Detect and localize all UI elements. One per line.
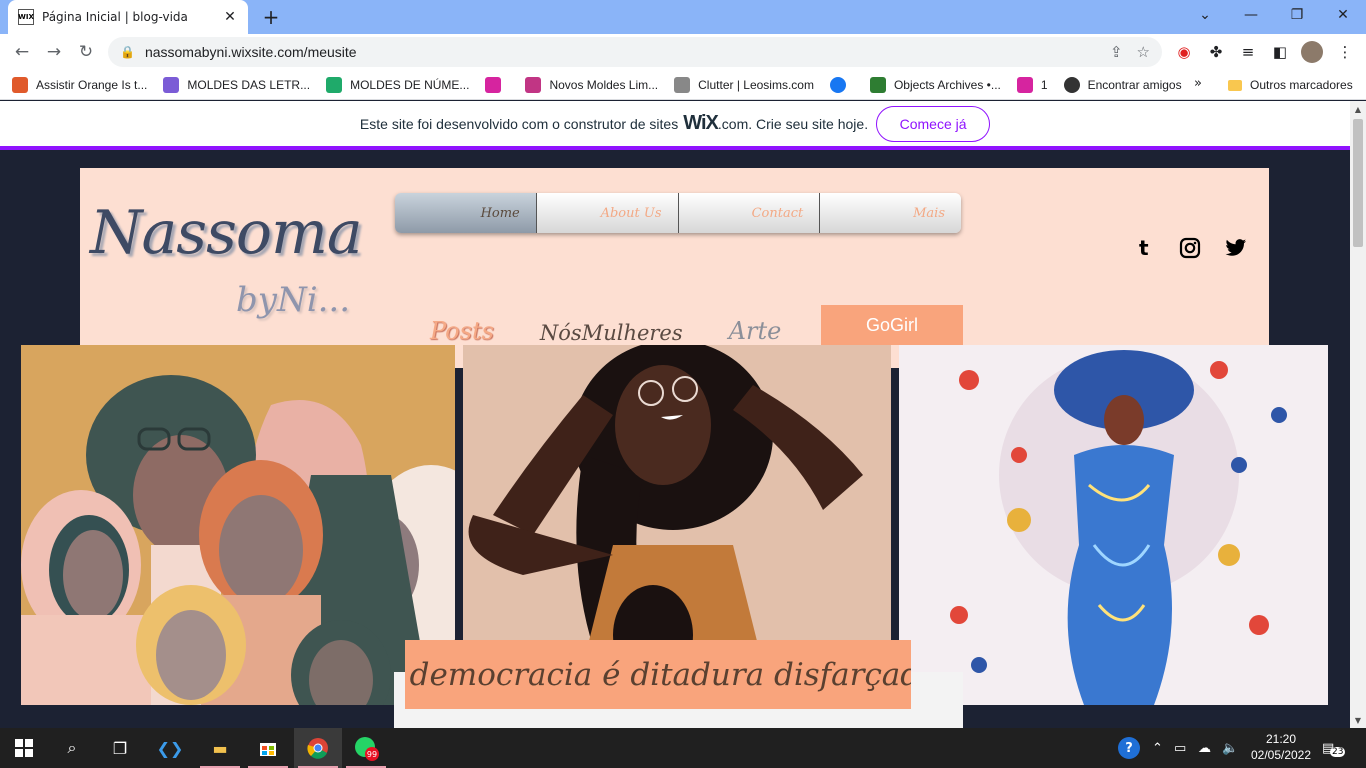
battery-icon[interactable]: ▭ <box>1174 728 1186 768</box>
browser-toolbar: ← → ↻ 🔒 nassomabyni.wixsite.com/meusite … <box>0 34 1366 70</box>
banner-message: Este site foi desenvolvido com o constru… <box>359 115 679 132</box>
main-menu: Home About Us Contact Mais <box>395 193 961 233</box>
vscode-icon[interactable]: ❮❯ <box>146 728 194 768</box>
reload-button[interactable]: ↻ <box>72 38 100 66</box>
bookmark-site-icon <box>869 76 886 93</box>
whatsapp-badge: 99 <box>367 750 377 759</box>
notifications-icon[interactable]: ▤ 23 <box>1322 728 1346 768</box>
bookmark-item[interactable]: Novos Moldes Lim... <box>525 76 658 93</box>
svg-text:t: t <box>1139 237 1149 259</box>
bookmark-site-icon <box>525 76 542 93</box>
category-nav: Posts NósMulheres Arte <box>430 305 827 345</box>
wix-favicon-icon: WIX <box>18 9 34 25</box>
address-bar[interactable]: 🔒 nassomabyni.wixsite.com/meusite ⇪ ☆ <box>108 37 1162 67</box>
tab-title: Página Inicial | blog-vida <box>42 10 188 24</box>
bookmarks-bar: Assistir Orange Is t... MOLDES DAS LETR.… <box>0 70 1366 100</box>
url-text[interactable]: nassomabyni.wixsite.com/meusite <box>145 44 1096 60</box>
bookmark-item[interactable] <box>485 76 509 93</box>
bookmark-star-icon[interactable]: ☆ <box>1137 43 1150 61</box>
media-control-icon[interactable]: ≡ <box>1237 41 1259 63</box>
tab-search-icon[interactable]: ⌄ <box>1182 0 1228 30</box>
scroll-down-arrow-icon[interactable]: ▼ <box>1350 712 1366 728</box>
bookmark-item[interactable] <box>829 76 854 93</box>
facebook-icon <box>829 76 846 93</box>
show-hidden-icons-icon[interactable]: ⌃ <box>1152 728 1163 768</box>
search-icon[interactable]: ⌕ <box>48 728 96 768</box>
category-nos-mulheres[interactable]: NósMulheres <box>540 321 683 345</box>
close-tab-icon[interactable]: ✕ <box>222 9 238 25</box>
bookmark-site-icon <box>674 76 691 93</box>
menu-kebab-icon[interactable]: ⋮ <box>1334 41 1356 63</box>
volume-icon[interactable]: 🔈 <box>1222 728 1238 768</box>
lock-icon[interactable]: 🔒 <box>120 45 135 59</box>
forward-button[interactable]: → <box>40 38 68 66</box>
site-page: Nassoma byNi... Home About Us Contact Ma… <box>0 154 1350 728</box>
task-view-icon[interactable]: ❐ <box>96 728 144 768</box>
help-icon[interactable]: ? <box>1118 728 1140 768</box>
chrome-icon[interactable] <box>294 728 342 768</box>
tumblr-icon[interactable]: t <box>1130 234 1158 262</box>
banner-message-end: .com. Crie seu site hoje. <box>717 115 869 132</box>
bookmark-item[interactable]: Assistir Orange Is t... <box>12 76 147 93</box>
tv-icon <box>12 76 28 93</box>
featured-quote[interactable]: A democracia é ditadura disfarçada <box>405 640 911 709</box>
bookmark-item[interactable]: Clutter | Leosims.com <box>674 76 814 93</box>
whatsapp-icon[interactable]: 99 <box>342 728 390 768</box>
system-clock[interactable]: 21:20 02/05/2022 <box>1246 731 1316 763</box>
menu-item-about-us[interactable]: About Us <box>535 193 678 233</box>
network-icon[interactable]: ☁ <box>1198 728 1211 768</box>
menu-item-home[interactable]: Home <box>395 193 536 233</box>
instagram-icon <box>485 76 502 93</box>
folder-icon <box>1228 79 1242 91</box>
clock-date: 02/05/2022 <box>1250 748 1312 762</box>
clock-time: 21:20 <box>1265 732 1297 746</box>
share-icon[interactable]: ⇪ <box>1110 43 1123 61</box>
notifications-count: 23 <box>1330 746 1346 757</box>
instagram-icon[interactable] <box>1176 234 1204 262</box>
twitter-icon[interactable] <box>1222 234 1250 262</box>
bookmark-item[interactable]: Objects Archives •... <box>869 76 1001 93</box>
globe-icon <box>1063 76 1080 93</box>
profile-avatar[interactable] <box>1301 41 1323 63</box>
site-logo[interactable]: Nassoma <box>90 198 363 268</box>
back-button[interactable]: ← <box>8 38 36 66</box>
bookmark-site-icon <box>163 76 180 93</box>
scroll-up-arrow-icon[interactable]: ▲ <box>1350 101 1366 117</box>
close-window-button[interactable]: ✕ <box>1320 0 1366 30</box>
tab-strip: WIX Página Inicial | blog-vida ✕ + ⌄ — ❐… <box>0 0 1366 34</box>
menu-item-contact[interactable]: Contact <box>677 193 820 233</box>
bookmark-item[interactable]: MOLDES DAS LETR... <box>163 76 310 93</box>
site-header: Nassoma byNi... Home About Us Contact Ma… <box>80 168 1269 368</box>
new-tab-button[interactable]: + <box>258 4 284 30</box>
start-now-button[interactable]: Comece já <box>876 105 991 142</box>
instagram-icon <box>1016 76 1033 93</box>
site-logo-sub: byNi... <box>236 280 351 320</box>
restore-button[interactable]: ❐ <box>1274 0 1320 30</box>
file-explorer-icon[interactable]: ▬ <box>196 728 244 768</box>
extension-red-icon[interactable]: ◉ <box>1173 41 1195 63</box>
category-arte[interactable]: Arte <box>729 317 782 345</box>
bookmark-item[interactable]: MOLDES DE NÚME... <box>326 76 469 93</box>
side-panel-icon[interactable]: ◧ <box>1269 41 1291 63</box>
category-posts[interactable]: Posts <box>430 317 494 345</box>
minimize-button[interactable]: — <box>1228 0 1274 30</box>
more-bookmarks-button[interactable]: » <box>1194 76 1202 91</box>
category-gogirl[interactable]: GoGirl <box>821 305 963 345</box>
wix-promo-banner: Este site foi desenvolvido com o constru… <box>0 101 1350 150</box>
other-bookmarks-folder[interactable]: Outros marcadores <box>1228 70 1353 100</box>
bookmark-site-icon <box>326 76 343 93</box>
bookmark-item[interactable]: Encontrar amigos <box>1063 76 1182 93</box>
floral-woman-illustration[interactable] <box>899 345 1328 705</box>
windows-start-icon[interactable] <box>0 728 48 768</box>
microsoft-store-icon[interactable] <box>244 728 292 768</box>
extensions-puzzle-icon[interactable]: ✤ <box>1205 41 1227 63</box>
windows-taskbar: ⌕ ❐ ❮❯ ▬ 99 ? ⌃ ▭ ☁ 🔈 21:20 02/05/2022 ▤… <box>0 728 1366 768</box>
bookmark-item[interactable]: 1 <box>1016 76 1048 93</box>
wix-logo[interactable]: WiX <box>683 112 719 135</box>
menu-item-more[interactable]: Mais <box>819 193 961 233</box>
page-scrollbar[interactable]: ▲ ▼ <box>1350 101 1366 728</box>
scrollbar-thumb[interactable] <box>1353 119 1363 247</box>
browser-tab[interactable]: WIX Página Inicial | blog-vida ✕ <box>8 0 248 34</box>
women-group-illustration[interactable] <box>21 345 455 705</box>
